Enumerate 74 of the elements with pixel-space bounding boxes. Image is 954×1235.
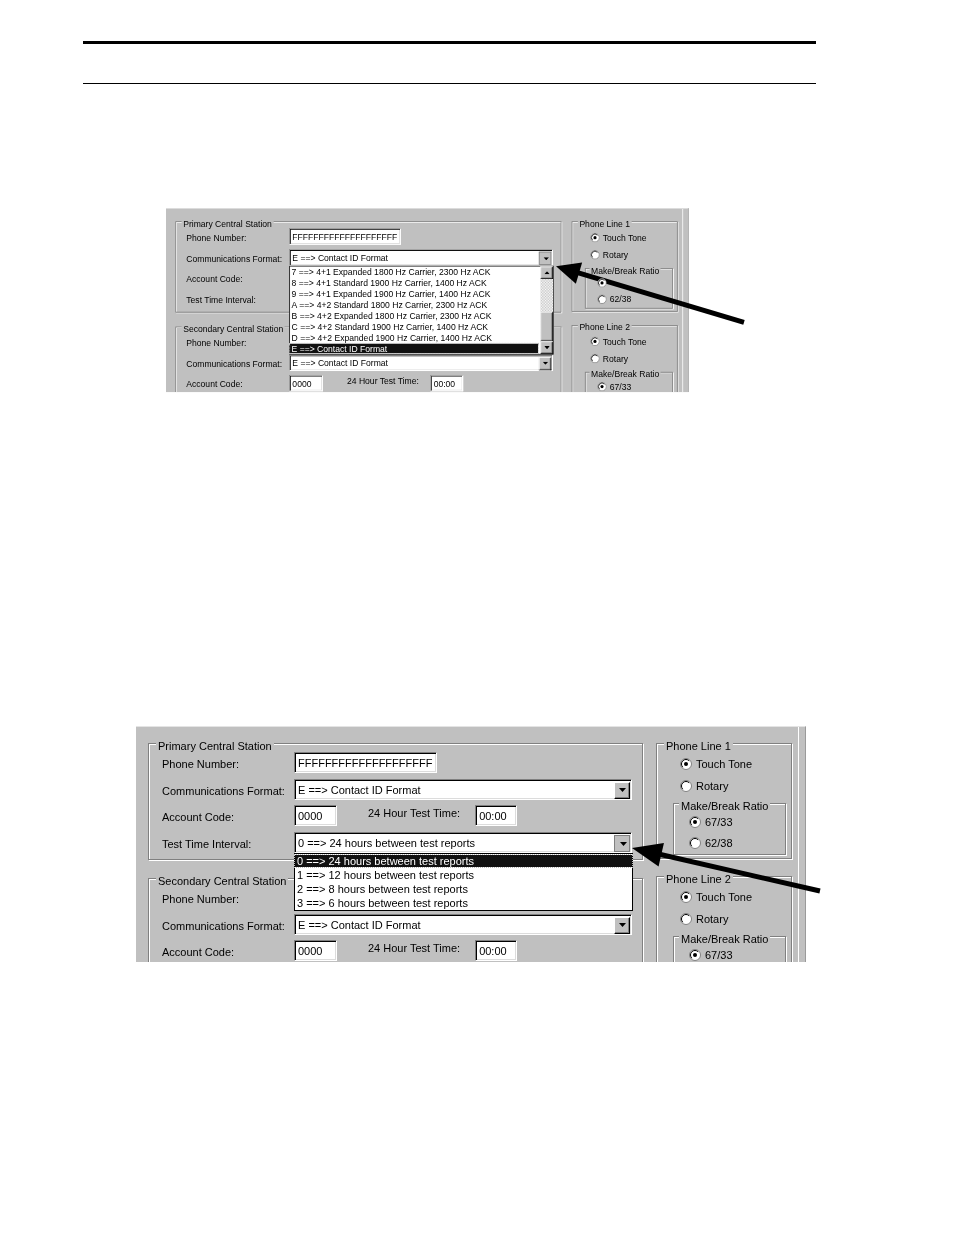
radio-option[interactable]: 62/38: [597, 293, 632, 306]
group-title: Phone Line 2: [577, 322, 632, 333]
field-label: 24 Hour Test Time:: [346, 376, 419, 386]
field-label: Test Time Interval:: [186, 293, 257, 305]
field-label: Account Code:: [186, 378, 244, 389]
group-title: Primary Central Station: [181, 218, 274, 230]
field-label: Account Code:: [162, 945, 236, 959]
radio-option[interactable]: 67/33: [689, 947, 733, 963]
scroll-up-button[interactable]: [540, 266, 553, 279]
caret-icon: [543, 257, 549, 261]
dropdown-option[interactable]: A ==> 4+2 Standard 1800 Hz Carrier, 2300 Hz ACK: [290, 299, 539, 309]
dropdown-field[interactable]: E ==> Contact ID Format: [294, 913, 632, 935]
radio-option[interactable]: Touch Tone: [680, 889, 753, 906]
field-label: Phone Number:: [162, 757, 241, 771]
dropdown-option[interactable]: C ==> 4+2 Standard 1900 Hz Carrier, 1400 Hz ACK: [290, 321, 539, 331]
group-title: Primary Central Station: [156, 740, 274, 754]
dropdown-option[interactable]: 7 ==> 4+1 Expanded 1800 Hz Carrier, 2300 Hz ACK: [290, 266, 539, 277]
input-field[interactable]: 00:00: [475, 805, 518, 827]
group-title: Make/Break Ratio: [589, 369, 661, 380]
radio-option[interactable]: Rotary: [680, 911, 729, 928]
radio-option[interactable]: Rotary: [590, 352, 629, 365]
field-label: Communications Format:: [162, 783, 286, 797]
field-label: Test Time Interval:: [162, 836, 253, 850]
dropdown-option[interactable]: 0 ==> 24 hours between test reports: [295, 854, 632, 867]
caret-icon: [618, 788, 626, 793]
input-field[interactable]: FFFFFFFFFFFFFFFFFFFF: [289, 228, 402, 245]
caret-icon: [619, 842, 627, 847]
caret-icon: [542, 361, 548, 365]
dropdown-option[interactable]: D ==> 4+2 Expanded 1900 Hz Carrier, 1400 Hz ACK: [290, 332, 539, 342]
radio-option[interactable]: Touch Tone: [680, 756, 753, 773]
dropdown-button[interactable]: [614, 834, 630, 852]
dropdown-option[interactable]: 2 ==> 8 hours between test reports: [295, 882, 632, 895]
dropdown-field[interactable]: E ==> Contact ID Format: [294, 778, 632, 800]
radio-option[interactable]: Touch Tone: [590, 335, 647, 348]
dropdown-field[interactable]: E ==> Contact ID Format: [289, 354, 553, 371]
radio-option[interactable]: Rotary: [680, 778, 729, 795]
input-field[interactable]: 0000: [289, 374, 323, 392]
field-label: Communications Format:: [186, 357, 284, 369]
group-title: Secondary Central Station: [181, 324, 285, 335]
input-field[interactable]: 0000: [294, 940, 337, 962]
field-label: Account Code:: [186, 273, 244, 284]
field-label: Phone Number:: [186, 231, 248, 243]
dropdown-option[interactable]: B ==> 4+2 Expanded 1800 Hz Carrier, 2300 Hz ACK: [290, 310, 539, 320]
radio-option[interactable]: 67/33: [597, 380, 632, 393]
field-label: Communications Format:: [186, 252, 284, 263]
field-label: Phone Number:: [162, 892, 241, 906]
input-field[interactable]: FFFFFFFFFFFFFFFFFFFF: [294, 752, 438, 774]
scrollbar-thumb[interactable]: [540, 311, 553, 341]
group-title: Secondary Central Station: [156, 875, 289, 889]
scroll-down-button[interactable]: [540, 341, 553, 354]
input-field[interactable]: 00:00: [430, 374, 464, 392]
dropdown-option[interactable]: 3 ==> 6 hours between test reports: [295, 896, 632, 909]
dropdown-field[interactable]: 0 ==> 24 hours between test reports: [294, 831, 632, 853]
group-title: Phone Line 1: [577, 218, 632, 230]
radio-option[interactable]: 62/38: [689, 835, 733, 852]
field-label: Phone Number:: [186, 337, 248, 348]
dropdown-option[interactable]: 8 ==> 4+1 Standard 1900 Hz Carrier, 1400 Hz ACK: [290, 277, 539, 288]
radio-option[interactable]: Rotary: [590, 248, 629, 262]
input-field[interactable]: 0000: [294, 805, 337, 827]
dropdown-option[interactable]: 9 ==> 4+1 Expanded 1900 Hz Carrier, 1400 Hz ACK: [290, 288, 539, 299]
field-label: 24 Hour Test Time:: [368, 807, 461, 820]
caret-icon: [618, 923, 626, 928]
input-field[interactable]: 00:00: [475, 940, 518, 962]
caret-icon: [543, 345, 550, 349]
radio-option[interactable]: Touch Tone: [590, 231, 647, 244]
dropdown-button[interactable]: [538, 251, 552, 265]
field-label: Account Code:: [162, 810, 236, 824]
field-label: Communications Format:: [162, 918, 286, 932]
field-label: 24 Hour Test Time:: [368, 942, 461, 955]
dropdown-option[interactable]: 1 ==> 12 hours between test reports: [295, 868, 632, 881]
caret-up-icon: [543, 270, 550, 274]
dropdown-option[interactable]: E ==> Contact ID Format: [290, 343, 539, 353]
dropdown-field[interactable]: E ==> Contact ID Format: [289, 248, 553, 266]
radio-option[interactable]: 67/33: [689, 814, 733, 831]
